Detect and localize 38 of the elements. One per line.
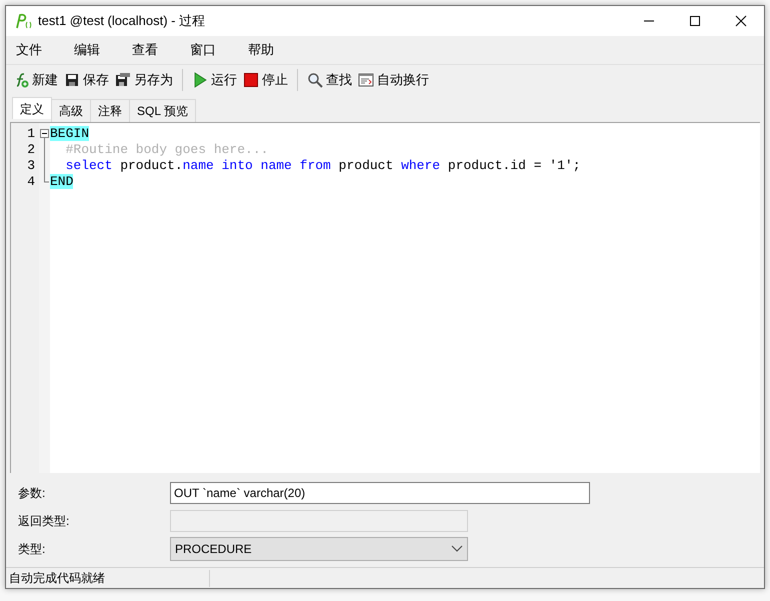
toolbar-button[interactable]: 停止 — [240, 69, 291, 91]
close-icon — [735, 15, 747, 27]
line-number: 3 — [26, 158, 36, 174]
menu-item[interactable]: 编辑 — [68, 41, 122, 59]
toolbar-button[interactable]: 新建 — [10, 69, 61, 91]
field-label: 类型: — [18, 540, 46, 558]
window-title: test1 @test (localhost) - 过程 — [38, 12, 206, 30]
toolbar-button[interactable]: 保存 — [61, 69, 112, 91]
save-as-icon — [115, 72, 131, 88]
line-number: 4 — [26, 174, 36, 190]
tab[interactable]: 定义 — [12, 97, 52, 119]
stop-icon — [243, 72, 259, 88]
input-field[interactable]: OUT `name` varchar(20) — [170, 482, 590, 504]
line-number: 2 — [26, 142, 36, 158]
toolbar-button[interactable]: 自动换行 — [355, 69, 432, 91]
wrap-icon — [358, 72, 374, 88]
search-icon — [307, 72, 323, 88]
field-label: 参数: — [18, 484, 46, 502]
tab[interactable]: SQL 预览 — [129, 99, 196, 122]
toolbar-button[interactable]: 查找 — [304, 69, 355, 91]
toolbar-button[interactable]: 运行 — [189, 69, 240, 91]
maximize-icon — [689, 15, 701, 27]
menu-item[interactable]: 文件 — [10, 41, 64, 59]
menu-item[interactable]: 窗口 — [184, 41, 238, 59]
app-icon — [14, 13, 32, 29]
menu-item[interactable]: 查看 — [126, 41, 180, 59]
code-line: select product.name into name from product where product.id = '1'; — [64, 158, 582, 174]
dropdown[interactable]: PROCEDURE — [170, 537, 468, 561]
status-text: 自动完成代码就绪 — [6, 570, 210, 586]
play-icon — [192, 72, 208, 88]
code-line: #Routine body goes here... — [64, 142, 270, 158]
field-label: 返回类型: — [18, 512, 70, 530]
chevron-down-icon — [451, 545, 463, 553]
toolbar-button[interactable]: 另存为 — [112, 69, 176, 91]
line-number: 1 — [26, 126, 36, 142]
menu-item[interactable]: 帮助 — [242, 41, 296, 59]
save-icon — [64, 72, 80, 88]
tab[interactable]: 高级 — [51, 99, 91, 122]
